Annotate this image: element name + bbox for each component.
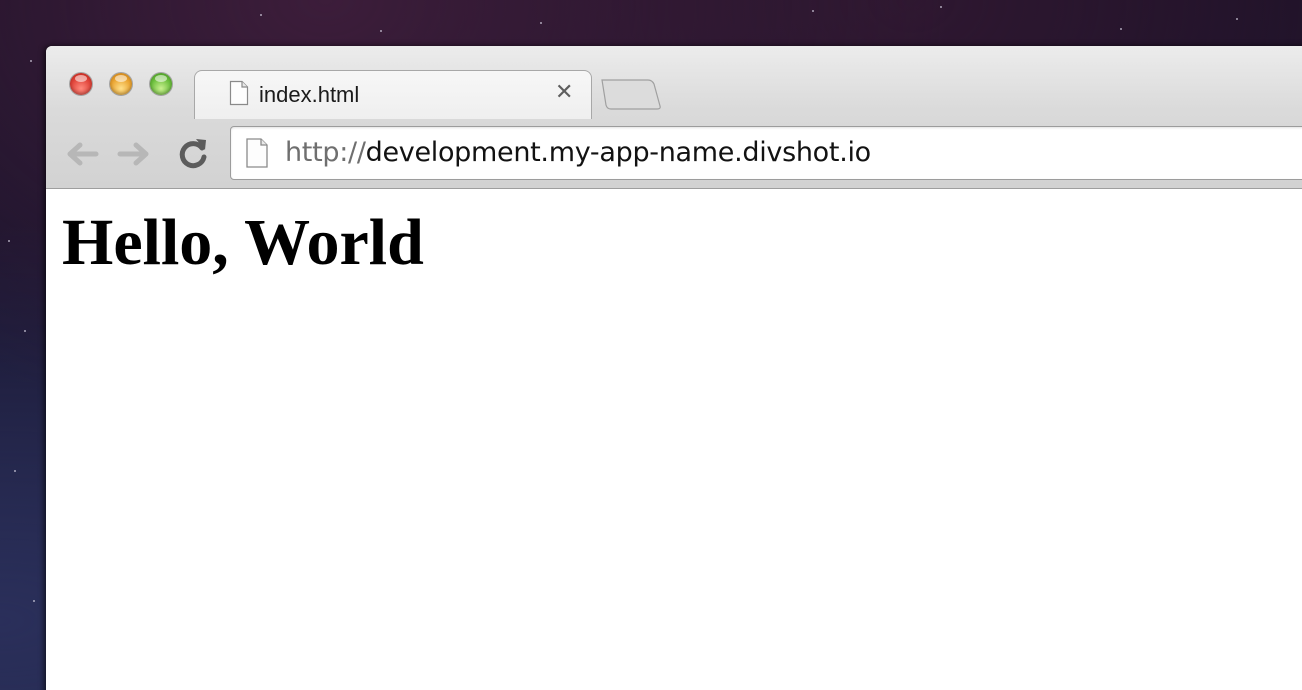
- window-close-button[interactable]: [70, 73, 92, 95]
- background-star: [24, 330, 26, 332]
- arrow-right-icon[interactable]: [116, 135, 154, 173]
- background-star: [30, 60, 32, 62]
- reload-icon[interactable]: [174, 135, 212, 173]
- background-star: [1120, 28, 1122, 30]
- background-star: [14, 470, 16, 472]
- url-scheme: http://: [285, 137, 366, 168]
- background-star: [540, 22, 542, 24]
- address-bar-url[interactable]: http://development.my-app-name.divshot.i…: [285, 137, 871, 169]
- tab-close-icon[interactable]: ✕: [555, 80, 573, 106]
- background-star: [940, 6, 942, 8]
- background-star: [1236, 18, 1238, 20]
- document-icon: [246, 138, 268, 168]
- address-bar[interactable]: http://development.my-app-name.divshot.i…: [230, 126, 1302, 180]
- tab-index-html[interactable]: index.html ✕: [194, 70, 592, 119]
- window-minimize-button[interactable]: [110, 73, 132, 95]
- page-heading: Hello, World: [62, 206, 424, 279]
- arrow-left-icon[interactable]: [62, 135, 100, 173]
- browser-chrome: index.html ✕ http://development.my-app-n…: [46, 46, 1302, 189]
- background-star: [33, 600, 35, 602]
- background-star: [812, 10, 814, 12]
- window-maximize-button[interactable]: [150, 73, 172, 95]
- page-content: Hello, World: [46, 189, 1302, 690]
- tab-title: index.html: [259, 82, 360, 107]
- background-star: [260, 14, 262, 16]
- background-star: [380, 30, 382, 32]
- document-icon: [229, 80, 249, 106]
- browser-window: index.html ✕ http://development.my-app-n…: [46, 46, 1302, 690]
- url-host: development.my-app-name.divshot.io: [365, 137, 872, 168]
- background-star: [8, 240, 10, 242]
- new-tab-button[interactable]: [600, 78, 662, 110]
